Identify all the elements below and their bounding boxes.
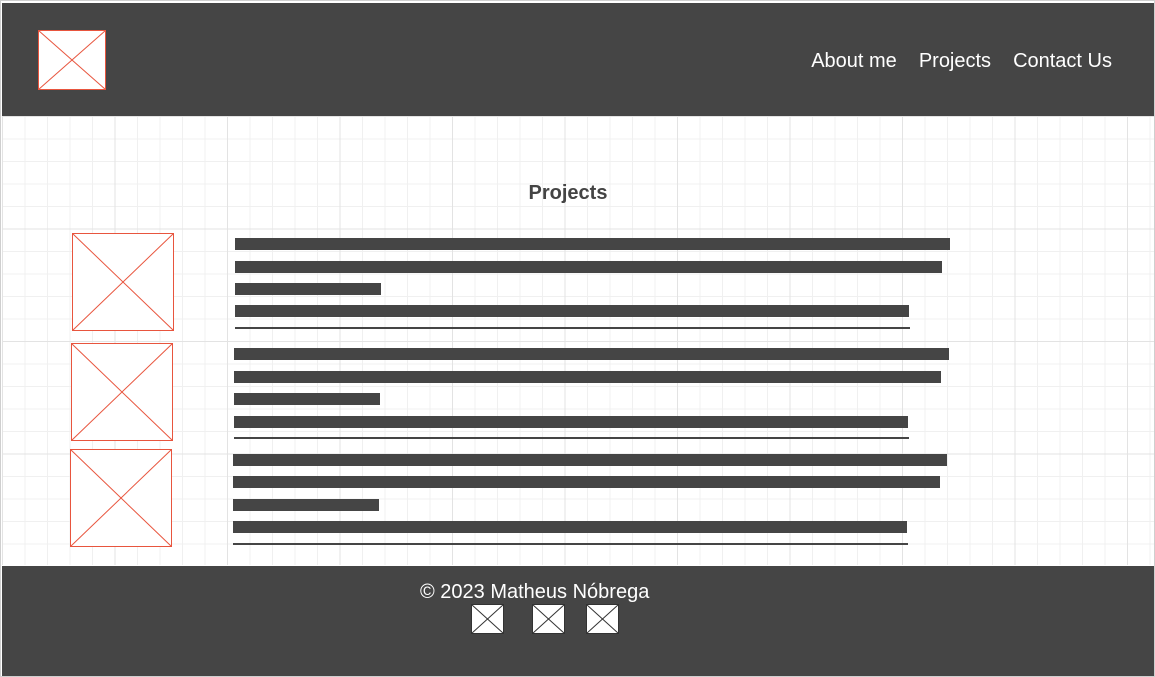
copyright-text: © 2023 Matheus Nóbrega	[420, 581, 650, 603]
main-nav: About me Projects Contact Us	[811, 47, 1112, 75]
project-thumbnail-image-placeholder-icon[interactable]	[71, 343, 173, 441]
nav-contact-us-link[interactable]: Contact Us	[1013, 47, 1112, 75]
social-link-image-placeholder-icon[interactable]	[586, 604, 619, 634]
divider	[233, 543, 908, 545]
text-line-placeholder	[235, 261, 942, 273]
project-item[interactable]	[71, 343, 951, 448]
projects-section: Projects	[2, 116, 1154, 565]
divider	[235, 327, 910, 329]
nav-projects-link[interactable]: Projects	[919, 47, 991, 75]
text-line-placeholder	[233, 476, 940, 488]
divider	[234, 437, 909, 439]
text-line-placeholder	[235, 238, 950, 250]
text-line-placeholder	[233, 521, 907, 533]
nav-about-me-link[interactable]: About me	[811, 47, 897, 75]
page: About me Projects Contact Us Projects © …	[0, 0, 1155, 677]
social-link-image-placeholder-icon[interactable]	[471, 604, 504, 634]
text-line-placeholder	[234, 371, 941, 383]
text-line-placeholder	[235, 305, 909, 317]
text-line-placeholder	[233, 499, 379, 511]
project-item[interactable]	[70, 449, 950, 554]
site-header: About me Projects Contact Us	[2, 3, 1154, 116]
site-footer: © 2023 Matheus Nóbrega	[2, 566, 1154, 676]
text-line-placeholder	[234, 348, 949, 360]
project-thumbnail-image-placeholder-icon[interactable]	[70, 449, 172, 547]
text-line-placeholder	[235, 283, 381, 295]
text-line-placeholder	[234, 393, 380, 405]
social-link-image-placeholder-icon[interactable]	[532, 604, 565, 634]
text-line-placeholder	[234, 416, 908, 428]
text-line-placeholder	[233, 454, 947, 466]
section-title: Projects	[528, 182, 608, 204]
project-thumbnail-image-placeholder-icon[interactable]	[72, 233, 174, 331]
logo-image-placeholder-icon[interactable]	[38, 30, 106, 90]
project-item[interactable]	[72, 233, 952, 338]
